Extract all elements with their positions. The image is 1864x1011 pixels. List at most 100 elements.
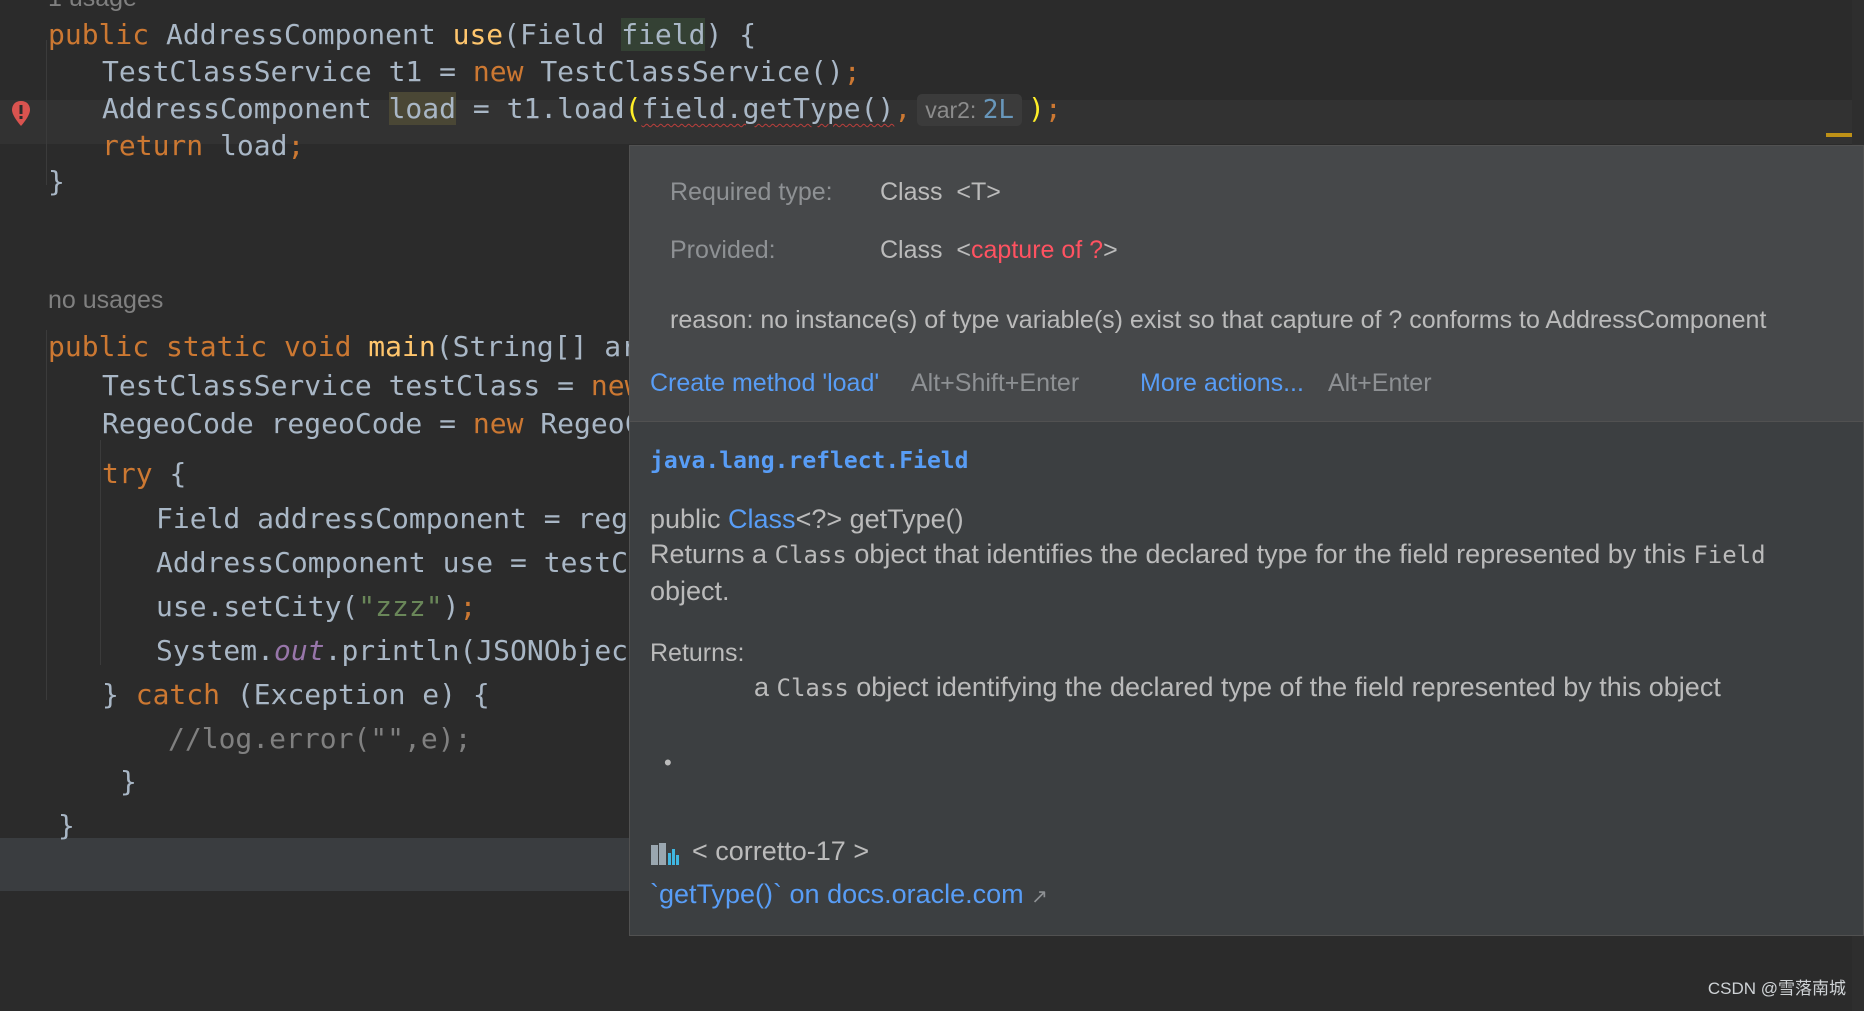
code-token: //log.error("",e);	[168, 722, 472, 755]
doc-description: Returns a Class object that identifies t…	[650, 536, 1840, 609]
code-line[interactable]: public static void main(String[] arg	[48, 325, 655, 369]
code-line[interactable]: try {	[102, 452, 186, 496]
code-token: )	[1028, 92, 1045, 125]
external-doc-link-text[interactable]: `getType()` on docs.oracle.com	[650, 879, 1024, 909]
code-token: return	[102, 129, 221, 162]
code-line[interactable]: Field addressComponent = reg	[156, 497, 628, 541]
code-token: TestClassService testClass =	[102, 369, 591, 402]
doc-package-name[interactable]: java.lang.reflect.Field	[650, 448, 969, 474]
error-documentation-popup: Required type: Class <T> Provided: Class…	[629, 145, 1864, 936]
code-token: = t1.load	[456, 92, 625, 125]
code-token: field	[621, 18, 706, 51]
code-token: .println(JSONObjec	[324, 634, 629, 667]
error-squiggle-token[interactable]: field.getType()	[641, 92, 894, 125]
code-token: (Exception e) {	[236, 678, 490, 711]
code-token: use.setCity(	[156, 590, 359, 623]
external-link-icon: ↗	[1031, 886, 1048, 908]
code-token: }	[102, 678, 136, 711]
code-token: (Field	[503, 18, 622, 51]
code-line[interactable]: } catch (Exception e) {	[102, 673, 490, 717]
code-token: RegeoCode regeoCode =	[102, 407, 473, 440]
code-line[interactable]: //log.error("",e);	[168, 717, 471, 761]
indent-guide	[46, 40, 47, 185]
code-token: AddressComponent	[166, 18, 453, 51]
indent-guide	[46, 330, 47, 700]
code-token: TestClassService()	[540, 55, 844, 88]
create-method-shortcut: Alt+Shift+Enter	[911, 369, 1080, 397]
doc-returns-heading: Returns:	[650, 639, 745, 667]
provided-type-gt: >	[1103, 236, 1118, 264]
code-line[interactable]: }	[48, 160, 65, 204]
code-line[interactable]: }	[58, 804, 75, 848]
code-token: ;	[459, 590, 477, 623]
provided-type-label: Provided:	[670, 236, 776, 264]
code-token: (String[] arg	[435, 330, 655, 363]
code-token: TestClassService t1 =	[102, 55, 473, 88]
code-token: System.	[156, 634, 275, 667]
doc-desc-code: Class	[774, 541, 847, 569]
library-icon	[651, 843, 679, 865]
code-token: }	[120, 765, 137, 798]
code-token: Field addressComponent = reg	[156, 502, 629, 535]
code-token: "zzz"	[358, 590, 443, 623]
library-name: < corretto-17 >	[692, 836, 870, 866]
code-token: ;	[843, 55, 861, 88]
doc-desc-part: object that identifies the declared type…	[846, 539, 1694, 569]
code-token: try	[102, 457, 170, 490]
doc-returns-part: object identifying the declared type of …	[848, 672, 1721, 702]
code-token: catch	[135, 678, 237, 711]
provided-type-lt: <	[956, 236, 972, 264]
code-token: use	[452, 18, 504, 51]
doc-signature-class-link[interactable]: Class	[728, 504, 796, 534]
usage-hint[interactable]: 1 usage	[48, 0, 137, 13]
parameter-hint-label: var2:	[925, 97, 977, 123]
doc-returns-value: a Class object identifying the declared …	[754, 672, 1721, 703]
doc-desc-code: Field	[1693, 541, 1766, 569]
watermark: CSDN @雪落南城	[1707, 979, 1846, 998]
provided-type-class: Class	[880, 236, 943, 264]
code-token: new	[472, 407, 541, 440]
code-token: RegeoC	[540, 407, 642, 440]
code-token: }	[48, 165, 65, 198]
warning-stripe-marker[interactable]	[1826, 133, 1854, 137]
doc-signature: public Class<?> getType()	[650, 504, 964, 535]
required-type-value: Class <T>	[880, 178, 1001, 207]
code-token: }	[58, 809, 75, 842]
provided-type-capture: capture of ?	[971, 236, 1104, 264]
code-line[interactable]: }	[120, 760, 137, 804]
code-token: new	[472, 55, 541, 88]
code-token: load	[388, 92, 457, 125]
required-type-class: Class	[880, 178, 943, 206]
error-reason-text: reason: no instance(s) of type variable(…	[670, 306, 1767, 334]
doc-signature-rest: <?> getType()	[795, 504, 964, 534]
code-token: AddressComponent	[102, 92, 389, 125]
parameter-hint: var2: 2L	[917, 94, 1023, 126]
doc-returns-code: Class	[776, 674, 849, 702]
caret-row-highlight	[0, 838, 630, 891]
more-actions-shortcut: Alt+Enter	[1328, 369, 1432, 397]
doc-desc-part: object.	[650, 576, 730, 606]
code-line[interactable]: System.out.println(JSONObjec	[156, 629, 628, 673]
code-token: ,	[894, 92, 912, 125]
error-stripe-icon[interactable]	[10, 100, 32, 130]
indent-guide	[100, 440, 101, 665]
code-token: {	[169, 457, 187, 490]
doc-returns-part: a	[754, 672, 777, 702]
more-actions-link[interactable]: More actions...	[1140, 369, 1304, 398]
code-line[interactable]: RegeoCode regeoCode = new RegeoC	[102, 402, 641, 446]
create-method-action[interactable]: Create method 'load'	[650, 369, 879, 398]
doc-signature-modifier: public	[650, 504, 729, 534]
code-token: public static void	[48, 330, 369, 363]
code-token: ;	[287, 129, 305, 162]
external-doc-link[interactable]: `getType()` on docs.oracle.com ↗	[650, 879, 1048, 910]
code-line[interactable]: use.setCity("zzz");	[156, 585, 476, 629]
provided-type-value: Class <capture of ?>	[880, 236, 1118, 265]
code-token: )	[442, 590, 460, 623]
code-token: public	[48, 18, 167, 51]
code-line[interactable]: return load;	[102, 124, 304, 168]
code-line[interactable]: AddressComponent use = testC	[156, 541, 628, 585]
usage-hint[interactable]: no usages	[48, 286, 163, 315]
required-type-label: Required type:	[670, 178, 833, 206]
required-type-generic: <T>	[956, 178, 1001, 206]
code-token: ) {	[705, 18, 757, 51]
